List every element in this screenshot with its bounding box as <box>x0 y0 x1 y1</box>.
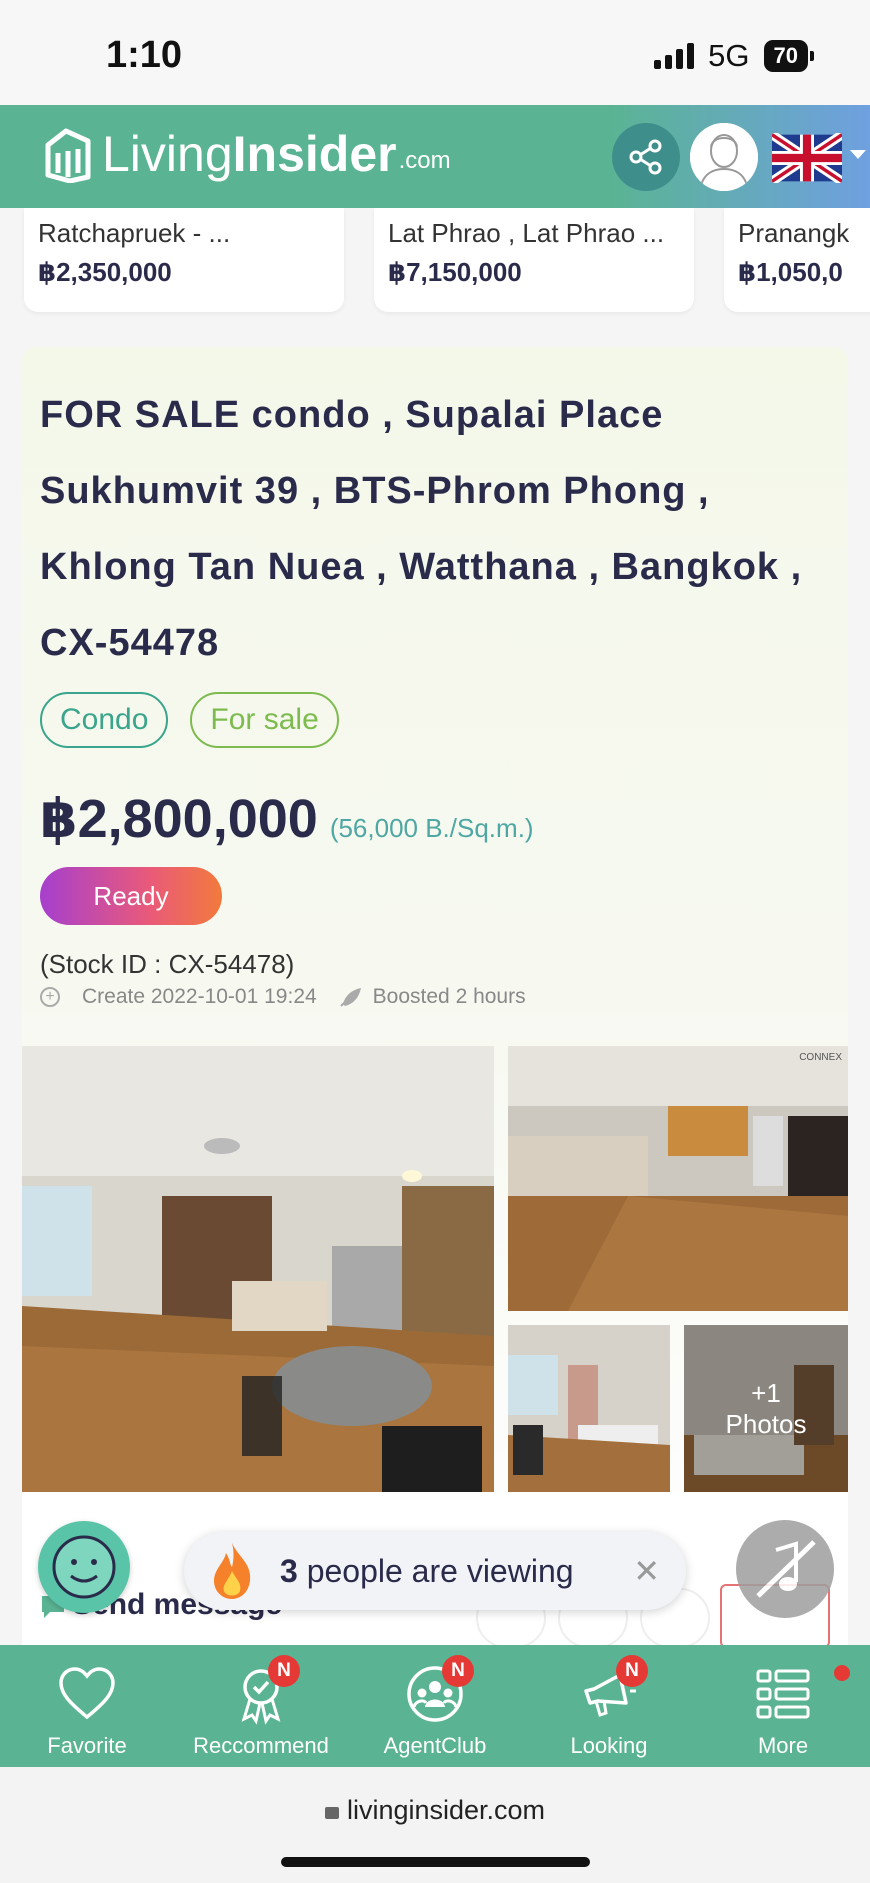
nav-badge: N <box>616 1655 648 1687</box>
share-icon <box>629 139 662 175</box>
status-time: 1:10 <box>106 34 183 76</box>
nav-recommend[interactable]: N Reccommend <box>174 1645 348 1767</box>
recommended-location: Lat Phrao , Lat Phrao ... <box>388 218 665 248</box>
user-avatar[interactable] <box>690 123 758 191</box>
lock-icon <box>324 1807 339 1819</box>
uk-flag-icon[interactable] <box>772 133 842 183</box>
gallery-photo-more[interactable]: +1 Photos <box>684 1325 848 1492</box>
smiley-icon <box>52 1535 116 1599</box>
recommended-price: ฿7,150,000 <box>388 257 522 287</box>
status-bar: 1:10 5G 70 <box>0 0 870 105</box>
nav-badge: N <box>268 1655 300 1687</box>
app-header: Living Insider .com <box>0 105 870 208</box>
recommended-card[interactable]: Pranangk ฿1,050,0 <box>724 208 870 312</box>
url-text: livinginsider.com <box>346 1795 546 1825</box>
nav-label: AgentClub <box>383 1733 487 1758</box>
create-icon: + <box>40 987 60 1007</box>
room-photo-image <box>508 1325 670 1492</box>
browser-url-bar: livinginsider.com <box>0 1767 870 1883</box>
heart-icon <box>59 1667 115 1720</box>
recommended-location: Ratchapruek - ... <box>38 218 231 248</box>
language-dropdown-caret-icon[interactable] <box>850 150 866 159</box>
chat-assistant-button[interactable] <box>38 1521 130 1613</box>
listing-title: FOR SALE condo , Supalai Place Sukhumvit… <box>40 394 803 664</box>
share-button[interactable] <box>612 123 680 191</box>
nav-label: More <box>757 1733 809 1758</box>
room-photo-image <box>22 1046 494 1492</box>
recommended-location: Pranangk <box>738 218 850 248</box>
menu-list-icon <box>756 1669 810 1719</box>
watermark: CONNEX <box>799 1052 842 1063</box>
recommended-price: ฿1,050,0 <box>738 257 843 287</box>
price-row: ฿2,800,000 (56,000 B./Sq.m.) <box>40 787 534 850</box>
notification-dot <box>834 1665 850 1681</box>
main-photo[interactable] <box>22 1046 494 1492</box>
recommended-price: ฿2,350,000 <box>38 257 172 287</box>
gallery-photo[interactable]: CONNEX <box>508 1046 848 1311</box>
nav-label: Reccommend <box>193 1733 329 1758</box>
viewing-toast: 3 people are viewing ✕ <box>184 1532 686 1610</box>
logo-com: .com <box>398 147 451 174</box>
battery-icon: 70 <box>763 40 814 72</box>
url-display[interactable]: livinginsider.com <box>0 1795 870 1826</box>
stock-id: (Stock ID : CX-54478) <box>40 949 295 979</box>
price-per-sqm: (56,000 B./Sq.m.) <box>329 813 534 843</box>
more-photos-overlay[interactable]: +1 Photos <box>684 1325 848 1492</box>
tag-for-sale[interactable]: For sale <box>190 692 339 748</box>
muted-music-icon <box>756 1540 816 1598</box>
more-photos-count: +1 <box>751 1377 781 1408</box>
listing-meta: + Create 2022-10-01 19:24 Boosted 2 hour… <box>40 985 526 1009</box>
battery-level: 70 <box>763 40 808 72</box>
more-photos-label: Photos <box>725 1408 807 1439</box>
user-icon <box>690 123 758 191</box>
nav-label: Looking <box>570 1733 648 1758</box>
listing-price: ฿2,800,000 <box>40 789 318 849</box>
bottom-navigation: Favorite N Reccommend N AgentClub N Look… <box>0 1645 870 1767</box>
nav-agentclub[interactable]: N AgentClub <box>348 1645 522 1767</box>
fire-icon <box>214 1543 251 1599</box>
photo-gallery: CONNEX +1 Photos <box>22 1046 848 1492</box>
signal-icon <box>654 43 695 69</box>
recommended-card[interactable]: Ratchapruek - ... ฿2,350,000 <box>24 208 344 312</box>
viewing-text: 3 people are viewing <box>280 1553 574 1590</box>
boosted-time: Boosted 2 hours <box>372 985 526 1008</box>
listing-card: FOR SALE condo , Supalai Place Sukhumvit… <box>22 347 848 1647</box>
home-indicator[interactable] <box>281 1857 590 1867</box>
logo-living: Living <box>102 126 233 182</box>
nav-badge: N <box>442 1655 474 1687</box>
nav-more[interactable]: More <box>696 1645 870 1767</box>
viewing-label: people are viewing <box>306 1552 574 1589</box>
nav-looking[interactable]: N Looking <box>522 1645 696 1767</box>
recommended-card[interactable]: Lat Phrao , Lat Phrao ... ฿7,150,000 <box>374 208 694 312</box>
tag-condo[interactable]: Condo <box>40 692 169 748</box>
site-logo[interactable]: Living Insider .com <box>44 125 451 183</box>
status-indicators: 5G 70 <box>654 38 814 74</box>
rocket-icon <box>339 988 361 1007</box>
mute-button[interactable] <box>736 1520 834 1618</box>
viewing-count: 3 <box>280 1552 298 1589</box>
nav-favorite[interactable]: Favorite <box>0 1645 174 1767</box>
listing-tags: Condo For sale <box>40 692 339 748</box>
created-date: Create 2022-10-01 19:24 <box>82 985 317 1008</box>
nav-label: Favorite <box>47 1733 127 1758</box>
recommended-listings: Ratchapruek - ... ฿2,350,000 Lat Phrao ,… <box>0 208 870 318</box>
logo-house-icon <box>45 128 91 183</box>
gallery-photo[interactable] <box>508 1325 670 1492</box>
close-icon[interactable]: ✕ <box>633 1552 660 1590</box>
status-badge: Ready <box>40 867 222 925</box>
room-photo-image <box>508 1046 848 1311</box>
network-type: 5G <box>708 38 750 73</box>
logo-insider: Insider <box>232 126 397 182</box>
